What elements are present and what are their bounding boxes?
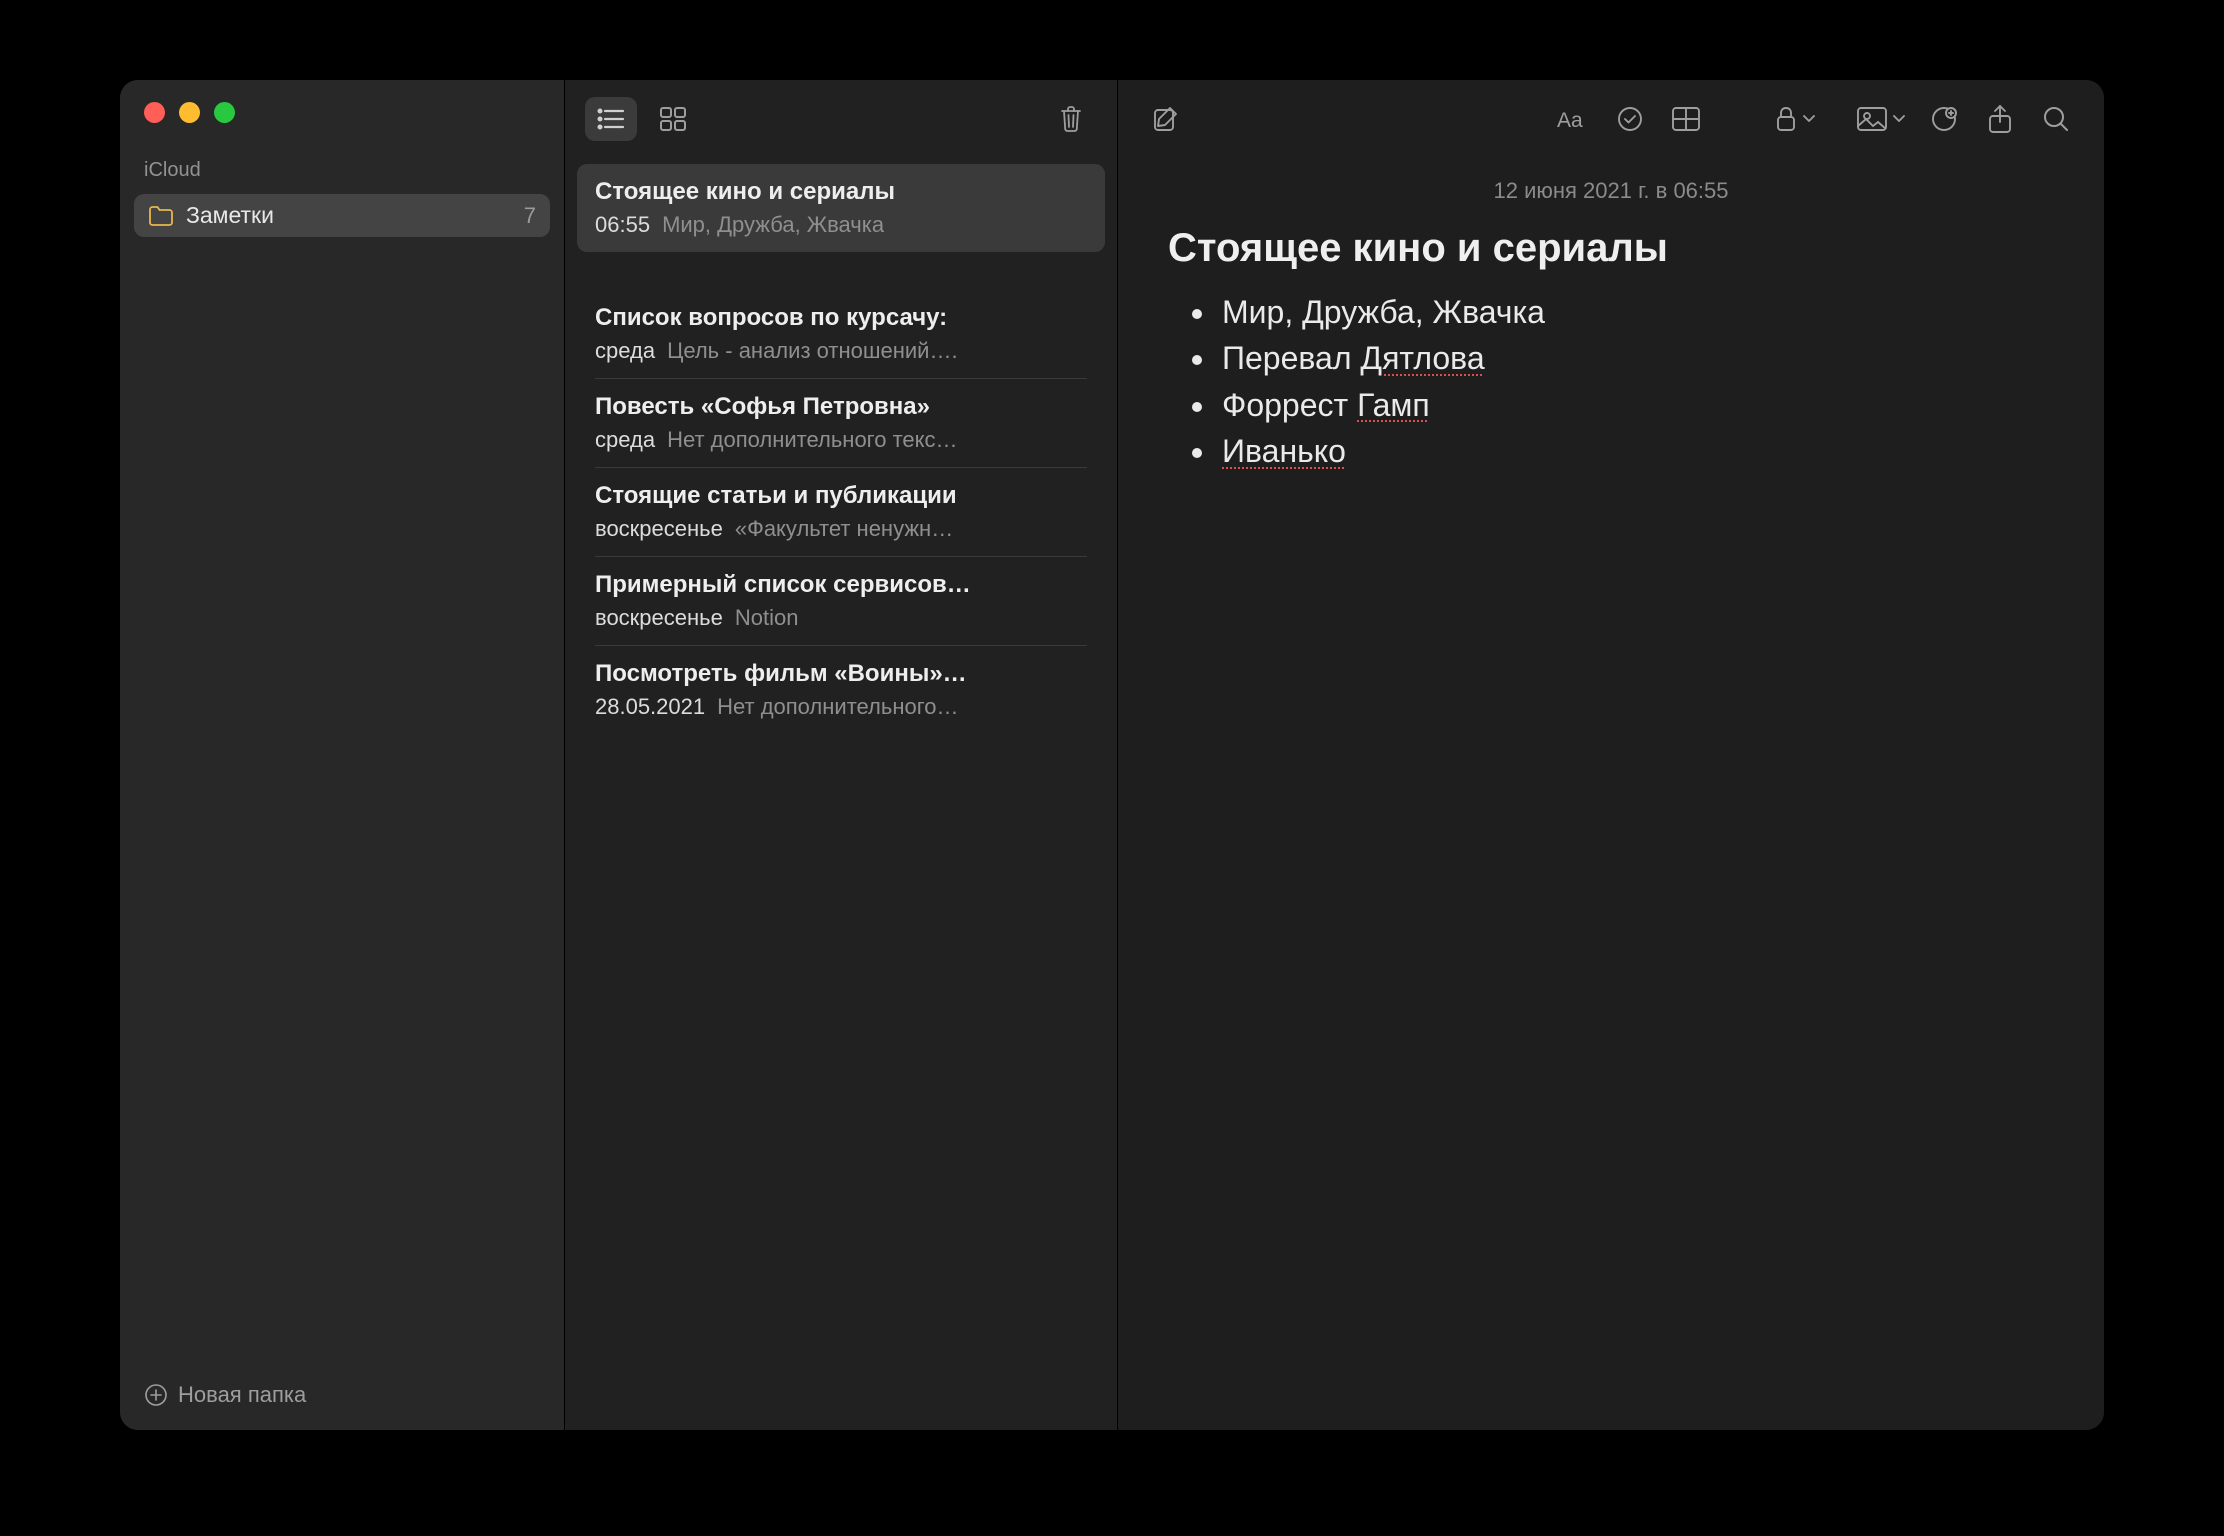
note-item-title: Стоящие статьи и публикации — [595, 482, 1087, 510]
note-item[interactable]: Список вопросов по курсачу: среда Цель -… — [577, 290, 1105, 378]
note-title: Стоящее кино и сериалы — [1168, 226, 2054, 271]
note-bullet-list: Мир, Дружба, Жвачка Перевал Дятлова Форр… — [1168, 289, 2054, 475]
note-item-preview: Нет дополнительного текс… — [667, 427, 957, 453]
list-icon — [597, 108, 625, 130]
list-view-button[interactable] — [585, 97, 637, 141]
note-item-title: Повесть «Софья Петровна» — [595, 393, 1087, 421]
folder-icon — [148, 205, 174, 227]
note-item-preview: Нет дополнительного… — [717, 694, 958, 720]
note-item-title: Список вопросов по курсачу: — [595, 304, 1087, 332]
window-controls — [120, 80, 564, 151]
fullscreen-window-button[interactable] — [214, 102, 235, 123]
grid-view-button[interactable] — [647, 97, 699, 141]
search-icon — [2042, 105, 2070, 133]
photo-icon — [1856, 106, 1888, 132]
note-item-preview: «Факультет ненужн… — [735, 516, 953, 542]
table-button[interactable] — [1660, 97, 1712, 141]
list-item: Форрест Гамп — [1218, 382, 2054, 428]
notes-scroll[interactable]: Стоящее кино и сериалы 06:55 Мир, Дружба… — [565, 158, 1117, 734]
note-item-date: среда — [595, 338, 655, 364]
sidebar-folder-notes[interactable]: Заметки 7 — [134, 194, 550, 237]
note-item-preview: Мир, Дружба, Жвачка — [662, 212, 884, 238]
sidebar-folder-count: 7 — [524, 203, 536, 229]
list-item: Мир, Дружба, Жвачка — [1218, 289, 2054, 335]
note-item-preview: Цель - анализ отношений…. — [667, 338, 958, 364]
delete-note-button[interactable] — [1045, 97, 1097, 141]
note-item[interactable]: Посмотреть фильм «Воины»… 28.05.2021 Нет… — [577, 646, 1105, 734]
note-item-title: Посмотреть фильм «Воины»… — [595, 660, 1087, 688]
collaborate-button[interactable] — [1918, 97, 1970, 141]
note-item[interactable]: Стоящие статьи и публикации воскресенье … — [577, 468, 1105, 556]
share-icon — [1987, 104, 2013, 134]
checkmark-circle-icon — [1616, 105, 1644, 133]
notes-window: iCloud Заметки 7 Новая папка — [120, 80, 2104, 1430]
new-folder-button[interactable]: Новая папка — [120, 1360, 564, 1430]
note-list-toolbar — [565, 80, 1117, 158]
note-item-title: Стоящее кино и сериалы — [595, 178, 1087, 206]
table-icon — [1671, 106, 1701, 132]
note-item-date: воскресенье — [595, 605, 723, 631]
share-button[interactable] — [1974, 97, 2026, 141]
compose-button[interactable] — [1140, 97, 1192, 141]
note-item-preview: Notion — [735, 605, 799, 631]
note-editor-panel: Aa — [1118, 80, 2104, 1430]
trash-icon — [1059, 105, 1083, 133]
search-button[interactable] — [2030, 97, 2082, 141]
checklist-button[interactable] — [1604, 97, 1656, 141]
compose-icon — [1152, 105, 1180, 133]
lock-icon — [1774, 105, 1798, 133]
sidebar-section-label: iCloud — [120, 151, 564, 190]
text-format-icon: Aa — [1557, 106, 1591, 132]
new-folder-label: Новая папка — [178, 1382, 306, 1408]
plus-circle-icon — [144, 1383, 168, 1407]
note-item-date: 06:55 — [595, 212, 650, 238]
close-window-button[interactable] — [144, 102, 165, 123]
note-item-date: 28.05.2021 — [595, 694, 705, 720]
minimize-window-button[interactable] — [179, 102, 200, 123]
media-button[interactable] — [1848, 97, 1914, 141]
grid-icon — [660, 107, 686, 131]
list-item: Перевал Дятлова — [1218, 335, 2054, 381]
sidebar-folder-label: Заметки — [186, 202, 274, 229]
note-item[interactable]: Повесть «Софья Петровна» среда Нет допол… — [577, 379, 1105, 467]
editor-toolbar: Aa — [1118, 80, 2104, 158]
note-item-title: Примерный список сервисов… — [595, 571, 1087, 599]
list-item: Иванько — [1218, 428, 2054, 474]
sidebar: iCloud Заметки 7 Новая папка — [120, 80, 565, 1430]
note-item-date: воскресенье — [595, 516, 723, 542]
note-item[interactable]: Стоящее кино и сериалы 06:55 Мир, Дружба… — [577, 164, 1105, 252]
note-timestamp: 12 июня 2021 г. в 06:55 — [1118, 158, 2104, 212]
note-item-date: среда — [595, 427, 655, 453]
lock-button[interactable] — [1764, 97, 1826, 141]
chevron-down-icon — [1892, 114, 1906, 124]
chevron-down-icon — [1802, 114, 1816, 124]
collaborate-icon — [1929, 105, 1959, 133]
format-button[interactable]: Aa — [1548, 97, 1600, 141]
note-list-panel: Стоящее кино и сериалы 06:55 Мир, Дружба… — [565, 80, 1118, 1430]
note-body[interactable]: Стоящее кино и сериалы Мир, Дружба, Жвач… — [1118, 212, 2104, 481]
note-item[interactable]: Примерный список сервисов… воскресенье N… — [577, 557, 1105, 645]
svg-text:Aa: Aa — [1557, 109, 1583, 132]
